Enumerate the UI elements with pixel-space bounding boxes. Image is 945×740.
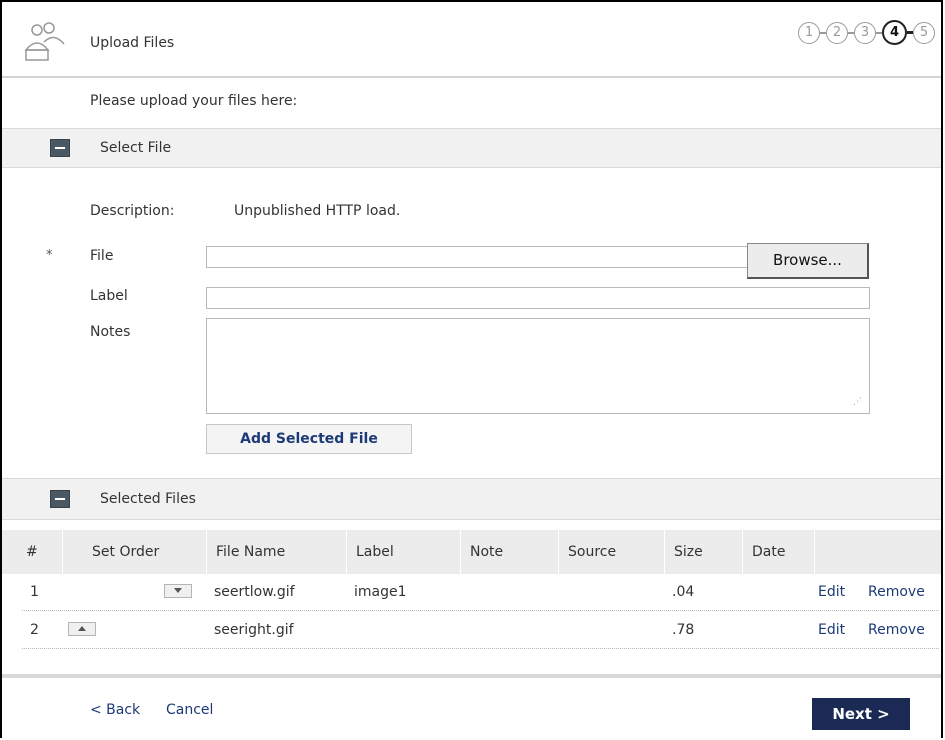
arrow-down-icon [174,588,182,593]
collapse-icon[interactable] [50,139,70,157]
browse-button[interactable]: Browse... [747,243,869,279]
table-header: # Set Order File Name Label Note Source … [2,530,941,574]
table-row: 2 seeright.gif .78 Edit Remove [22,612,939,649]
next-button[interactable]: Next > [812,698,910,730]
row-number: 2 [30,622,39,638]
file-name-cell: seeright.gif [214,622,294,638]
footer-divider [2,674,941,678]
column-header-source[interactable]: Source [568,530,616,574]
file-name-cell: seertlow.gif [214,584,295,600]
file-label: File [90,248,114,264]
column-header-set-order[interactable]: Set Order [92,530,159,574]
column-header-label[interactable]: Label [356,530,394,574]
table-row: 1 seertlow.gif image1 .04 Edit Remove [22,574,939,611]
edit-link[interactable]: Edit [818,574,845,610]
collapse-icon[interactable] [50,490,70,508]
column-header-date[interactable]: Date [752,530,785,574]
column-divider [742,530,743,574]
column-divider [664,530,665,574]
cancel-link[interactable]: Cancel [166,702,213,718]
column-divider [346,530,347,574]
notes-label: Notes [90,324,131,340]
description-label: Description: [90,203,175,219]
remove-link[interactable]: Remove [868,574,925,610]
row-number: 1 [30,584,39,600]
move-down-button[interactable] [164,584,192,598]
notes-textarea[interactable]: ⋰ [206,318,870,414]
required-marker: * [46,248,53,263]
step-4-current: 4 [882,20,907,45]
move-up-button[interactable] [68,622,96,636]
column-header-note[interactable]: Note [470,530,503,574]
add-selected-file-button[interactable]: Add Selected File [206,424,412,454]
column-header-size[interactable]: Size [674,530,703,574]
column-divider [558,530,559,574]
step-3: 3 [854,21,876,44]
selected-files-section-header: Selected Files [2,478,941,520]
column-header-num: # [26,544,38,560]
label-input[interactable] [206,287,870,309]
intro-text: Please upload your files here: [90,93,298,109]
label-label: Label [90,288,128,304]
users-icon [24,22,65,61]
resize-grip-icon[interactable]: ⋰ [853,397,863,407]
column-divider [460,530,461,574]
select-file-section-header: Select File [2,128,941,168]
step-2: 2 [826,21,848,44]
arrow-up-icon [78,626,86,631]
edit-link[interactable]: Edit [818,612,845,648]
section-title-selected-files: Selected Files [100,491,196,507]
file-path-input[interactable] [206,246,748,268]
label-cell: image1 [354,584,407,600]
column-divider [814,530,815,574]
wizard-header: Upload Files 1 2 3 4 5 [2,2,941,78]
size-cell: .78 [672,622,695,638]
step-5: 5 [913,21,935,44]
page-title: Upload Files [90,35,175,51]
size-cell: .04 [672,584,695,600]
section-title-select-file: Select File [100,140,172,156]
column-header-file-name[interactable]: File Name [216,530,285,574]
description-value: Unpublished HTTP load. [234,203,401,219]
step-1: 1 [798,21,820,44]
remove-link[interactable]: Remove [868,612,925,648]
column-divider [62,530,63,574]
back-link[interactable]: < Back [90,702,140,718]
column-divider [206,530,207,574]
step-indicator: 1 2 3 4 5 [798,20,935,45]
